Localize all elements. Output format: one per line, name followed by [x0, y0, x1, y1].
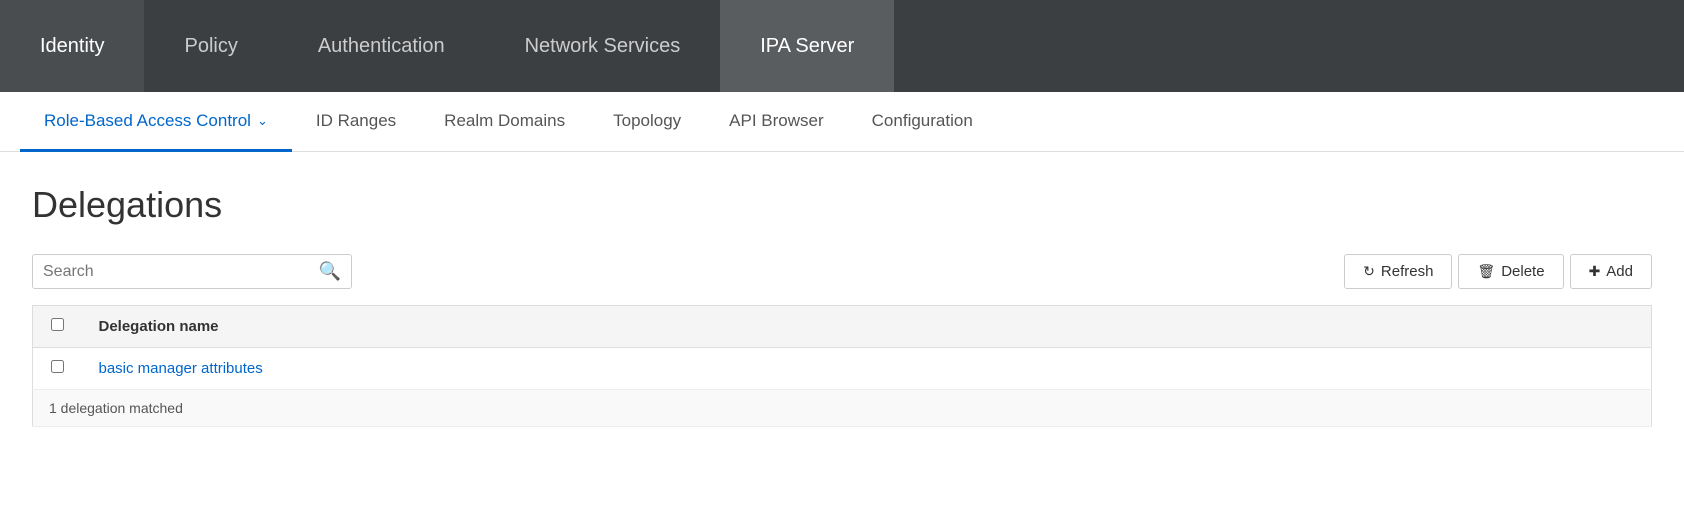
table-footer-text: 1 delegation matched: [33, 390, 1652, 427]
search-input[interactable]: [43, 263, 319, 281]
nav-item-identity[interactable]: Identity: [0, 0, 144, 92]
refresh-button[interactable]: ↻ Refresh: [1344, 254, 1452, 289]
nav-item-policy-label: Policy: [184, 35, 237, 58]
table-header-check: [33, 306, 83, 348]
subnav-realm-domains[interactable]: Realm Domains: [420, 92, 589, 152]
subnav-id-ranges-label: ID Ranges: [316, 111, 396, 131]
subnav-realm-domains-label: Realm Domains: [444, 111, 565, 131]
top-navigation: Identity Policy Authentication Network S…: [0, 0, 1684, 92]
subnav-api-browser[interactable]: API Browser: [705, 92, 847, 152]
table-header-delegation-name: Delegation name: [83, 306, 1652, 348]
nav-item-ipa-server-label: IPA Server: [760, 35, 854, 58]
refresh-icon: ↻: [1363, 263, 1375, 280]
subnav-id-ranges[interactable]: ID Ranges: [292, 92, 420, 152]
add-button[interactable]: ✚ Add: [1570, 254, 1652, 289]
delete-label: Delete: [1501, 263, 1544, 280]
subnav-configuration-label: Configuration: [872, 111, 973, 131]
delegations-table: Delegation name basic manager attributes…: [32, 305, 1652, 427]
row-checkbox[interactable]: [51, 360, 64, 373]
sub-navigation: Role-Based Access Control ⌄ ID Ranges Re…: [0, 92, 1684, 152]
action-buttons: ↻ Refresh 🗑 Delete ✚ Add: [1344, 254, 1652, 289]
chevron-down-icon: ⌄: [257, 113, 268, 129]
table-header-row: Delegation name: [33, 306, 1652, 348]
select-all-checkbox[interactable]: [51, 318, 64, 331]
toolbar: 🔍 ↻ Refresh 🗑 Delete ✚ Add: [32, 254, 1652, 289]
table-footer-row: 1 delegation matched: [33, 390, 1652, 427]
subnav-configuration[interactable]: Configuration: [848, 92, 997, 152]
search-button[interactable]: 🔍: [319, 261, 341, 282]
nav-item-policy[interactable]: Policy: [144, 0, 277, 92]
trash-icon: 🗑: [1477, 263, 1495, 280]
nav-item-authentication[interactable]: Authentication: [278, 0, 485, 92]
main-content: Delegations 🔍 ↻ Refresh 🗑 Delete ✚ Add: [0, 152, 1684, 451]
nav-item-identity-label: Identity: [40, 35, 104, 58]
plus-icon: ✚: [1589, 263, 1601, 280]
page-title: Delegations: [32, 184, 1652, 226]
subnav-rbac[interactable]: Role-Based Access Control ⌄: [20, 92, 292, 152]
row-delegation-name-cell: basic manager attributes: [83, 348, 1652, 390]
row-check-cell: [33, 348, 83, 390]
nav-item-network-services-label: Network Services: [525, 35, 681, 58]
delete-button[interactable]: 🗑 Delete: [1458, 254, 1563, 289]
search-box: 🔍: [32, 254, 352, 289]
nav-item-ipa-server[interactable]: IPA Server: [720, 0, 894, 92]
subnav-topology-label: Topology: [613, 111, 681, 131]
refresh-label: Refresh: [1381, 263, 1434, 280]
table-row: basic manager attributes: [33, 348, 1652, 390]
nav-item-authentication-label: Authentication: [318, 35, 445, 58]
subnav-topology[interactable]: Topology: [589, 92, 705, 152]
add-label: Add: [1606, 263, 1633, 280]
delegation-name-link[interactable]: basic manager attributes: [99, 360, 263, 377]
nav-item-network-services[interactable]: Network Services: [485, 0, 721, 92]
subnav-api-browser-label: API Browser: [729, 111, 823, 131]
subnav-rbac-label: Role-Based Access Control: [44, 111, 251, 131]
